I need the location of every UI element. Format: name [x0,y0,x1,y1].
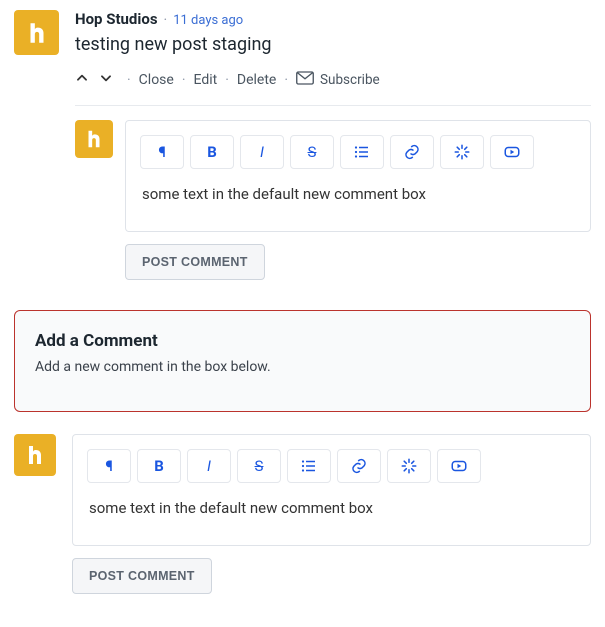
italic-button[interactable]: I [187,449,231,483]
post: Hop Studios · 11 days ago testing new po… [14,10,591,280]
subscribe-label: Subscribe [320,72,380,88]
italic-button[interactable]: I [240,135,284,169]
video-button[interactable] [490,135,534,169]
post-timestamp[interactable]: 11 days ago [173,13,243,28]
editor-toolbar: ¶ B I S [73,435,590,493]
mail-icon [296,71,314,89]
post-header: Hop Studios · 11 days ago [75,10,591,28]
video-button[interactable] [437,449,481,483]
author-avatar [14,10,59,55]
strike-button[interactable]: S [237,449,281,483]
current-user-avatar [14,434,56,476]
link-button[interactable] [337,449,381,483]
add-comment-title: Add a Comment [35,331,570,351]
post-actions: · Close · Edit · Delete · Subscribe [75,71,591,106]
list-button[interactable] [287,449,331,483]
reply-editor[interactable]: ¶ B I S some text in the default new com… [125,120,591,232]
downvote-button[interactable] [99,71,113,89]
post-main: Hop Studios · 11 days ago testing new po… [75,10,591,280]
author-name: Hop Studios [75,10,158,28]
post-comment-button[interactable]: Post Comment [72,558,212,594]
new-comment-composer: ¶ B I S some text in the default new com… [14,434,591,594]
upvote-button[interactable] [75,71,89,89]
edit-action[interactable]: Edit [194,72,218,88]
reply-composer: ¶ B I S some text in the default new com… [75,120,591,280]
new-comment-textarea[interactable]: some text in the default new comment box [73,493,590,545]
post-comment-button[interactable]: Post Comment [125,244,265,280]
bold-button[interactable]: B [190,135,234,169]
subscribe-action[interactable]: Subscribe [296,71,380,89]
reply-textarea[interactable]: some text in the default new comment box [126,179,590,231]
editor-toolbar: ¶ B I S [126,121,590,179]
delete-action[interactable]: Delete [237,72,276,88]
close-action[interactable]: Close [139,72,174,88]
strike-button[interactable]: S [290,135,334,169]
paragraph-button[interactable]: ¶ [140,135,184,169]
spark-button[interactable] [387,449,431,483]
paragraph-button[interactable]: ¶ [87,449,131,483]
spark-button[interactable] [440,135,484,169]
link-button[interactable] [390,135,434,169]
separator: · [164,12,168,28]
bold-button[interactable]: B [137,449,181,483]
new-comment-editor[interactable]: ¶ B I S some text in the default new com… [72,434,591,546]
list-button[interactable] [340,135,384,169]
add-comment-text: Add a new comment in the box below. [35,359,570,375]
add-comment-panel: Add a Comment Add a new comment in the b… [14,310,591,412]
current-user-avatar [75,120,113,158]
post-title: testing new post staging [75,34,591,55]
